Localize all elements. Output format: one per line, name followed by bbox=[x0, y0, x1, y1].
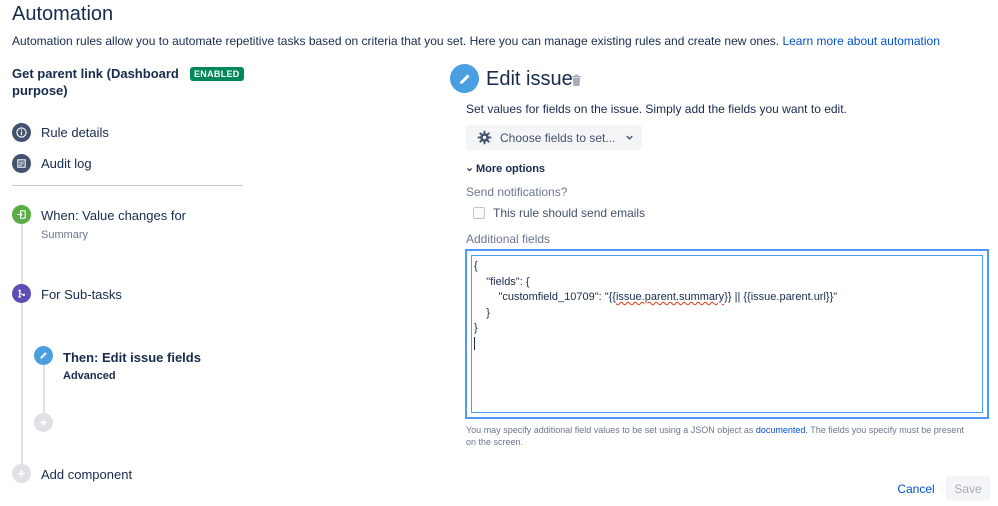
chevron-down-icon bbox=[466, 166, 473, 173]
choose-fields-button[interactable]: Choose fields to set... bbox=[466, 125, 642, 150]
plus-icon bbox=[34, 413, 53, 432]
more-options-toggle[interactable]: More options bbox=[466, 163, 545, 175]
page-title: Automation bbox=[12, 3, 114, 25]
nav-rule-details-label: Rule details bbox=[41, 124, 109, 140]
editor-description: Set values for fields on the issue. Simp… bbox=[466, 102, 847, 116]
documented-link[interactable]: documented bbox=[756, 425, 806, 435]
textarea-inner[interactable]: { "fields": { "customfield_10709": "{{is… bbox=[471, 255, 983, 413]
branch-icon bbox=[12, 284, 31, 303]
audit-log-icon bbox=[12, 153, 31, 173]
nav-audit-log-label: Audit log bbox=[41, 155, 92, 171]
json-line: } bbox=[474, 322, 478, 334]
trigger-sub: Summary bbox=[41, 229, 89, 241]
nav-divider bbox=[12, 185, 243, 186]
gear-icon bbox=[477, 130, 492, 145]
json-line: "customfield_10709": "{{ bbox=[474, 291, 616, 303]
nav-rule-details[interactable]: Rule details bbox=[12, 122, 109, 142]
rule-name: Get parent link (Dashboard purpose) bbox=[12, 66, 179, 98]
info-icon bbox=[12, 122, 31, 142]
choose-fields-label: Choose fields to set... bbox=[500, 130, 616, 145]
json-line: "fields": { bbox=[474, 275, 530, 288]
trash-icon[interactable] bbox=[571, 74, 582, 92]
add-branch-component-button[interactable] bbox=[34, 413, 63, 433]
add-component-label: Add component bbox=[41, 467, 133, 482]
status-badge: ENABLED bbox=[190, 67, 244, 81]
json-content: { "fields": { "customfield_10709": "{{is… bbox=[474, 259, 837, 352]
json-spellcheck-token: issue.parent.summary bbox=[615, 291, 725, 303]
action-step[interactable]: Then: Edit issue fields Advanced bbox=[34, 346, 201, 382]
page-description: Automation rules allow you to automate r… bbox=[12, 34, 940, 48]
more-options-label: More options bbox=[476, 163, 546, 175]
action-label: Then: Edit issue fields bbox=[63, 350, 201, 365]
page-description-text: Automation rules allow you to automate r… bbox=[12, 34, 780, 48]
branch-label: For Sub-tasks bbox=[41, 287, 122, 302]
additional-fields-textarea[interactable]: { "fields": { "customfield_10709": "{{is… bbox=[465, 249, 989, 419]
learn-more-link[interactable]: Learn more about automation bbox=[782, 34, 939, 48]
chevron-down-icon bbox=[625, 133, 634, 142]
action-sub: Advanced bbox=[63, 370, 116, 382]
send-emails-checkbox-row[interactable]: This rule should send emails bbox=[473, 206, 645, 220]
send-emails-label: This rule should send emails bbox=[493, 206, 646, 220]
plus-icon bbox=[12, 464, 31, 483]
helper-text: You may specify additional field values … bbox=[466, 424, 976, 448]
save-button[interactable]: Save bbox=[946, 476, 990, 501]
json-line: } bbox=[474, 306, 490, 319]
json-line: { bbox=[474, 260, 478, 272]
additional-fields-label: Additional fields bbox=[466, 232, 551, 246]
trigger-label: When: Value changes for bbox=[41, 208, 187, 223]
nav-audit-log[interactable]: Audit log bbox=[12, 153, 92, 173]
edit-pencil-icon bbox=[450, 64, 479, 93]
send-notifications-label: Send notifications? bbox=[466, 185, 568, 199]
json-line: }} || {{issue.parent.url}}" bbox=[724, 291, 838, 303]
send-emails-checkbox[interactable] bbox=[473, 207, 485, 219]
helper-text-part1: You may specify additional field values … bbox=[466, 425, 754, 435]
flow-line bbox=[21, 213, 23, 473]
pencil-icon bbox=[34, 346, 53, 365]
text-cursor bbox=[474, 337, 475, 351]
branch-step[interactable]: For Sub-tasks bbox=[12, 284, 122, 303]
trigger-icon bbox=[12, 205, 31, 224]
trigger-step[interactable]: When: Value changes for Summary bbox=[12, 205, 186, 241]
cancel-button[interactable]: Cancel bbox=[888, 476, 944, 501]
add-component-button[interactable]: Add component bbox=[12, 464, 132, 483]
editor-title: Edit issue bbox=[486, 68, 573, 90]
